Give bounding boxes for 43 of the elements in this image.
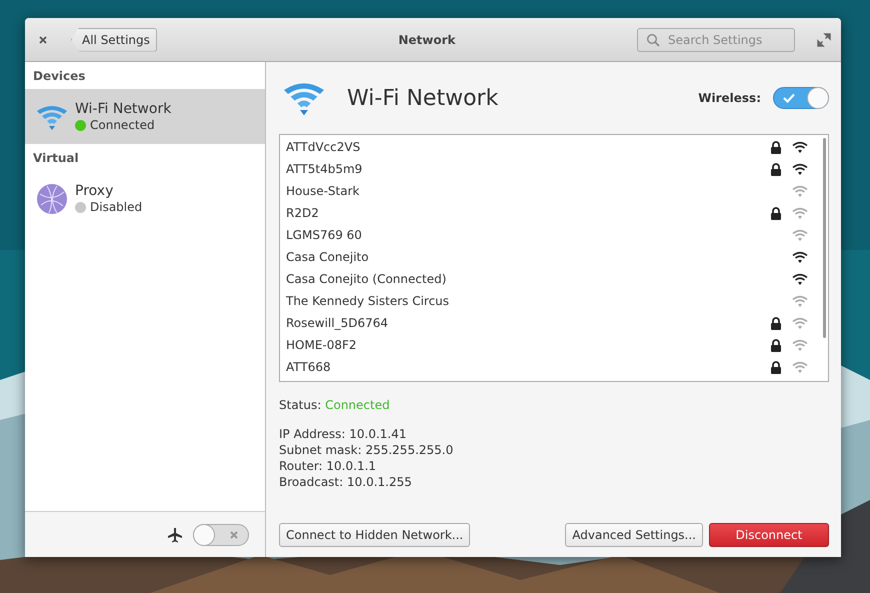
network-item[interactable]: LGMS769 60 <box>280 224 828 246</box>
network-item[interactable]: R2D2 <box>280 202 828 224</box>
detail-line: Broadcast: 10.0.1.255 <box>279 474 413 490</box>
disconnect-button[interactable]: Disconnect <box>709 523 829 547</box>
device-name: Proxy <box>75 183 114 199</box>
network-item[interactable]: ATT668 <box>280 356 828 378</box>
back-button[interactable]: All Settings <box>71 28 157 52</box>
airplane-mode-switch[interactable] <box>193 524 249 546</box>
network-item[interactable]: ATT5t4b5m9 <box>280 158 828 180</box>
search-icon <box>646 32 660 46</box>
device-status: Disabled <box>90 200 142 214</box>
close-icon <box>38 34 48 44</box>
action-button[interactable]: Advanced Settings... <box>565 523 703 547</box>
status-line: Status: Connected <box>279 398 391 412</box>
device-name: Wi-Fi Network <box>75 101 172 117</box>
network-item[interactable]: ATTdVcc2VS <box>280 136 828 158</box>
network-item[interactable]: House-Stark <box>280 180 828 202</box>
wireless-switch[interactable] <box>773 87 829 109</box>
check-icon <box>783 93 795 103</box>
network-item[interactable]: Casa Conejito (Connected) <box>280 268 828 290</box>
page-title: Wi-Fi Network <box>347 86 500 110</box>
wireless-label: Wireless: <box>698 91 761 105</box>
action-button[interactable]: Connect to Hidden Network... <box>279 523 470 547</box>
detail-line: Router: 10.0.1.1 <box>279 458 378 474</box>
network-item[interactable]: HOME-08F2 <box>280 334 828 356</box>
window-title: Network <box>397 32 457 46</box>
maximize-button[interactable] <box>817 32 831 46</box>
detail-line: Subnet mask: 255.255.255.0 <box>279 442 454 458</box>
network-item[interactable]: Casa Conejito <box>280 246 828 268</box>
network-item[interactable]: Rosewill_5D6764 <box>280 312 828 334</box>
sidebar-item[interactable]: Wi-Fi Network Connected <box>25 89 265 144</box>
section-heading: Devices <box>32 68 86 85</box>
network-item[interactable]: The Kennedy Sisters Circus <box>280 290 828 312</box>
section-heading: Virtual <box>32 150 80 167</box>
device-status: Connected <box>90 118 155 132</box>
search-field[interactable]: Search Settings <box>637 28 795 52</box>
maximize-icon <box>817 32 831 46</box>
scrollbar[interactable] <box>823 138 826 338</box>
detail-line: IP Address: 10.0.1.41 <box>279 426 408 442</box>
globe-icon <box>35 182 69 216</box>
cross-icon <box>229 530 239 540</box>
sidebar-item[interactable]: Proxy Disabled <box>25 171 265 226</box>
airplane-icon <box>167 526 183 542</box>
